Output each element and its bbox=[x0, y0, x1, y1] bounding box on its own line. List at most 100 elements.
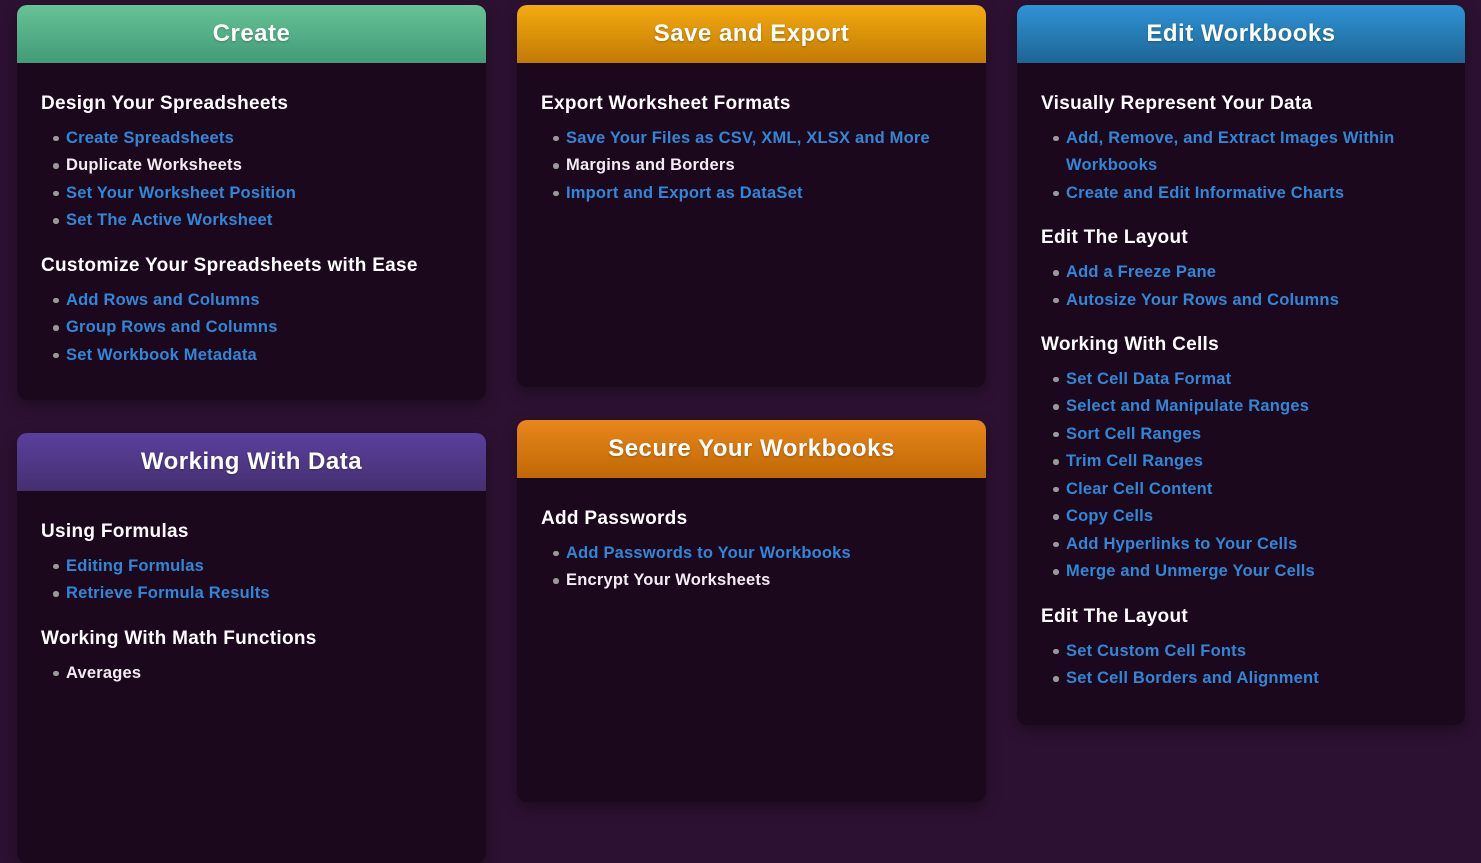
link-list: Add Passwords to Your Workbooks Encrypt … bbox=[541, 540, 962, 595]
doc-link[interactable]: Create Spreadsheets bbox=[66, 129, 234, 147]
doc-text: Encrypt Your Worksheets bbox=[566, 571, 771, 589]
doc-link[interactable]: Set Custom Cell Fonts bbox=[1066, 642, 1246, 660]
doc-link[interactable]: Set Cell Borders and Alignment bbox=[1066, 669, 1319, 687]
list-item: Trim Cell Ranges bbox=[1041, 448, 1441, 476]
card-secure-your-workbooks-title: Secure Your Workbooks bbox=[608, 435, 895, 463]
list-item: Group Rows and Columns bbox=[41, 314, 462, 342]
card-working-with-data: Working With Data Using Formulas Editing… bbox=[17, 433, 486, 863]
list-item: Set Cell Borders and Alignment bbox=[1041, 665, 1441, 693]
card-edit-workbooks: Edit Workbooks Visually Represent Your D… bbox=[1017, 5, 1465, 725]
doc-link[interactable]: Add, Remove, and Extract Images Within W… bbox=[1066, 129, 1394, 175]
list-item: Sort Cell Ranges bbox=[1041, 421, 1441, 449]
doc-text: Duplicate Worksheets bbox=[66, 156, 242, 174]
card-create: Create Design Your Spreadsheets Create S… bbox=[17, 5, 486, 400]
list-item: Retrieve Formula Results bbox=[41, 580, 462, 608]
list-item: Add Hyperlinks to Your Cells bbox=[1041, 531, 1441, 559]
list-item: Save Your Files as CSV, XML, XLSX and Mo… bbox=[541, 125, 962, 153]
doc-link[interactable]: Save Your Files as CSV, XML, XLSX and Mo… bbox=[566, 129, 930, 147]
list-item: Import and Export as DataSet bbox=[541, 180, 962, 208]
list-item: Select and Manipulate Ranges bbox=[1041, 393, 1441, 421]
doc-link[interactable]: Editing Formulas bbox=[66, 557, 204, 575]
section-heading-using-formulas: Using Formulas bbox=[41, 521, 462, 544]
section-heading-design-your-spreadsheets: Design Your Spreadsheets bbox=[41, 93, 462, 116]
doc-link[interactable]: Set Workbook Metadata bbox=[66, 346, 257, 364]
doc-link[interactable]: Group Rows and Columns bbox=[66, 318, 278, 336]
link-list: Save Your Files as CSV, XML, XLSX and Mo… bbox=[541, 125, 962, 208]
list-item: Copy Cells bbox=[1041, 503, 1441, 531]
list-item: Add, Remove, and Extract Images Within W… bbox=[1041, 125, 1441, 180]
list-item: Merge and Unmerge Your Cells bbox=[1041, 558, 1441, 586]
doc-text: Averages bbox=[66, 664, 141, 682]
link-list: Set Cell Data Format Select and Manipula… bbox=[1041, 366, 1441, 586]
list-item: Set The Active Worksheet bbox=[41, 207, 462, 235]
doc-link[interactable]: Import and Export as DataSet bbox=[566, 184, 803, 202]
doc-link[interactable]: Add Rows and Columns bbox=[66, 291, 260, 309]
link-list: Editing Formulas Retrieve Formula Result… bbox=[41, 553, 462, 608]
list-item: Editing Formulas bbox=[41, 553, 462, 581]
doc-link[interactable]: Retrieve Formula Results bbox=[66, 584, 270, 602]
feature-cards-grid: Create Design Your Spreadsheets Create S… bbox=[0, 0, 1481, 863]
list-item: Clear Cell Content bbox=[1041, 476, 1441, 504]
list-item: Add a Freeze Pane bbox=[1041, 259, 1441, 287]
card-edit-workbooks-header: Edit Workbooks bbox=[1017, 5, 1465, 63]
column-1: Create Design Your Spreadsheets Create S… bbox=[17, 5, 486, 863]
doc-link[interactable]: Set Cell Data Format bbox=[1066, 370, 1231, 388]
doc-link[interactable]: Create and Edit Informative Charts bbox=[1066, 184, 1344, 202]
doc-link[interactable]: Autosize Your Rows and Columns bbox=[1066, 291, 1339, 309]
doc-link[interactable]: Set Your Worksheet Position bbox=[66, 184, 296, 202]
link-list: Create Spreadsheets Duplicate Worksheets… bbox=[41, 125, 462, 235]
card-create-body: Design Your Spreadsheets Create Spreadsh… bbox=[17, 63, 486, 400]
card-save-and-export: Save and Export Export Worksheet Formats… bbox=[517, 5, 986, 387]
list-item: Autosize Your Rows and Columns bbox=[1041, 287, 1441, 315]
section-heading-working-with-math-functions: Working With Math Functions bbox=[41, 628, 462, 651]
card-working-with-data-body: Using Formulas Editing Formulas Retrieve… bbox=[17, 491, 486, 719]
doc-link[interactable]: Add Passwords to Your Workbooks bbox=[566, 544, 851, 562]
column-3: Edit Workbooks Visually Represent Your D… bbox=[1017, 5, 1465, 725]
card-save-and-export-header: Save and Export bbox=[517, 5, 986, 63]
doc-link[interactable]: Trim Cell Ranges bbox=[1066, 452, 1203, 470]
card-save-and-export-title: Save and Export bbox=[654, 20, 850, 48]
list-item: Add Rows and Columns bbox=[41, 287, 462, 315]
card-edit-workbooks-body: Visually Represent Your Data Add, Remove… bbox=[1017, 63, 1465, 725]
link-list: Averages bbox=[41, 660, 462, 688]
section-heading-edit-the-layout-2: Edit The Layout bbox=[1041, 606, 1441, 629]
card-secure-your-workbooks-body: Add Passwords Add Passwords to Your Work… bbox=[517, 478, 986, 627]
section-heading-working-with-cells: Working With Cells bbox=[1041, 334, 1441, 357]
list-item: Add Passwords to Your Workbooks bbox=[541, 540, 962, 568]
column-2: Save and Export Export Worksheet Formats… bbox=[517, 5, 986, 802]
card-create-header: Create bbox=[17, 5, 486, 63]
list-item: Set Your Worksheet Position bbox=[41, 180, 462, 208]
card-save-and-export-body: Export Worksheet Formats Save Your Files… bbox=[517, 63, 986, 239]
list-item: Set Cell Data Format bbox=[1041, 366, 1441, 394]
list-item: Set Workbook Metadata bbox=[41, 342, 462, 370]
list-item: Set Custom Cell Fonts bbox=[1041, 638, 1441, 666]
doc-link[interactable]: Copy Cells bbox=[1066, 507, 1153, 525]
link-list: Add, Remove, and Extract Images Within W… bbox=[1041, 125, 1441, 208]
doc-link[interactable]: Add a Freeze Pane bbox=[1066, 263, 1216, 281]
link-list: Set Custom Cell Fonts Set Cell Borders a… bbox=[1041, 638, 1441, 693]
doc-link[interactable]: Sort Cell Ranges bbox=[1066, 425, 1201, 443]
doc-link[interactable]: Set The Active Worksheet bbox=[66, 211, 273, 229]
list-item: Averages bbox=[41, 660, 462, 688]
card-secure-your-workbooks-header: Secure Your Workbooks bbox=[517, 420, 986, 478]
list-item: Margins and Borders bbox=[541, 152, 962, 180]
section-heading-edit-the-layout-1: Edit The Layout bbox=[1041, 227, 1441, 250]
card-secure-your-workbooks: Secure Your Workbooks Add Passwords Add … bbox=[517, 420, 986, 802]
list-item: Create Spreadsheets bbox=[41, 125, 462, 153]
card-edit-workbooks-title: Edit Workbooks bbox=[1146, 20, 1335, 48]
list-item: Create and Edit Informative Charts bbox=[1041, 180, 1441, 208]
section-heading-customize-your-spreadsheets: Customize Your Spreadsheets with Ease bbox=[41, 255, 462, 278]
doc-text: Margins and Borders bbox=[566, 156, 735, 174]
doc-link[interactable]: Merge and Unmerge Your Cells bbox=[1066, 562, 1315, 580]
link-list: Add a Freeze Pane Autosize Your Rows and… bbox=[1041, 259, 1441, 314]
doc-link[interactable]: Add Hyperlinks to Your Cells bbox=[1066, 535, 1297, 553]
doc-link[interactable]: Select and Manipulate Ranges bbox=[1066, 397, 1309, 415]
section-heading-visually-represent-your-data: Visually Represent Your Data bbox=[1041, 93, 1441, 116]
doc-link[interactable]: Clear Cell Content bbox=[1066, 480, 1213, 498]
card-working-with-data-title: Working With Data bbox=[141, 448, 362, 476]
list-item: Duplicate Worksheets bbox=[41, 152, 462, 180]
section-heading-add-passwords: Add Passwords bbox=[541, 508, 962, 531]
list-item: Encrypt Your Worksheets bbox=[541, 567, 962, 595]
card-working-with-data-header: Working With Data bbox=[17, 433, 486, 491]
card-create-title: Create bbox=[213, 20, 291, 48]
